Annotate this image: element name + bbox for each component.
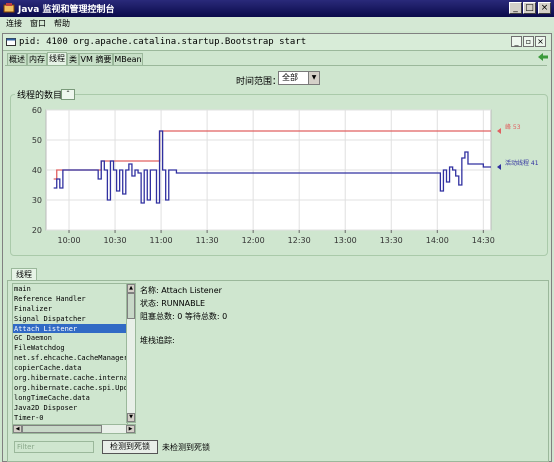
y-tick-label: 50 bbox=[32, 136, 42, 145]
tab-mbean[interactable]: MBean bbox=[113, 53, 143, 65]
thread-list-item[interactable]: Timer-0 bbox=[13, 413, 127, 423]
tab-threads[interactable]: 线程 bbox=[47, 52, 67, 65]
legend-marker-icon bbox=[497, 164, 501, 170]
inner-close-button[interactable]: × bbox=[535, 36, 546, 47]
menu-help[interactable]: 帮助 bbox=[54, 18, 70, 29]
x-tick-label: 11:00 bbox=[150, 236, 173, 245]
x-tick-label: 11:30 bbox=[196, 236, 219, 245]
maximize-button[interactable]: □ bbox=[523, 2, 536, 14]
scroll-down-icon[interactable]: ▼ bbox=[127, 413, 135, 422]
time-range-label: 时间范围： bbox=[236, 77, 282, 87]
x-tick-label: 10:00 bbox=[57, 236, 80, 245]
tab-divider bbox=[5, 65, 547, 66]
window-title: Java 监视和管理控制台 bbox=[18, 5, 115, 15]
scroll-up-icon[interactable]: ▲ bbox=[127, 284, 135, 293]
deadlock-status: 未检测到死锁 bbox=[162, 443, 210, 452]
stack-trace-label: 堆栈追踪: bbox=[140, 336, 175, 345]
legend-marker-icon bbox=[497, 128, 501, 134]
thread-list-item[interactable]: net.sf.ehcache.CacheManager@1b8 bbox=[13, 353, 127, 363]
threads-panel: main Reference Handler Finalizer Signal Dis… bbox=[7, 280, 549, 462]
scroll-thumb[interactable] bbox=[127, 293, 135, 319]
tab-classes[interactable]: 类 bbox=[67, 53, 79, 65]
x-tick-label: 10:30 bbox=[104, 236, 127, 245]
x-tick-label: 12:30 bbox=[288, 236, 311, 245]
thread-list[interactable]: main Reference Handler Finalizer Signal Dis… bbox=[12, 283, 128, 425]
legend-label: 峰 53 bbox=[505, 123, 521, 131]
y-tick-label: 20 bbox=[32, 226, 42, 235]
thread-list-item[interactable]: Reference Handler bbox=[13, 294, 127, 304]
inner-restore-button[interactable]: ▫ bbox=[523, 36, 534, 47]
x-tick-label: 14:00 bbox=[426, 236, 449, 245]
time-range-select[interactable]: 全部 ▼ bbox=[278, 71, 320, 85]
thread-list-item[interactable]: org.hibernate.cache.internal.S bbox=[13, 373, 127, 383]
x-tick-label: 13:30 bbox=[380, 236, 403, 245]
y-tick-label: 60 bbox=[32, 106, 42, 115]
thread-list-item[interactable]: longTimeCache.data bbox=[13, 393, 127, 403]
thread-list-item[interactable]: FileWatchdog bbox=[13, 343, 127, 353]
chart-title: 线程的数目 bbox=[15, 88, 65, 101]
thread-chart: 20 30 40 50 60 10:00 10:30 11:00 11:30 12:00 12:30… bbox=[32, 106, 539, 245]
thread-list-item[interactable]: Finalizer bbox=[13, 304, 127, 314]
x-tick-label: 13:00 bbox=[334, 236, 357, 245]
title-bar: Java 监视和管理控制台 _ □ × bbox=[0, 0, 554, 17]
inner-minimize-button[interactable]: _ bbox=[511, 36, 522, 47]
minimize-button[interactable]: _ bbox=[509, 2, 522, 14]
tab-memory[interactable]: 内存 bbox=[27, 53, 47, 65]
thread-list-item[interactable]: GC Daemon bbox=[13, 333, 127, 343]
connection-status-icon[interactable] bbox=[537, 52, 549, 62]
tab-overview[interactable]: 概述 bbox=[7, 53, 27, 65]
thread-list-item[interactable]: Attach Listener bbox=[13, 323, 127, 334]
y-tick-label: 40 bbox=[32, 166, 42, 175]
collapse-chart-button[interactable]: ⌃ bbox=[61, 89, 75, 100]
thread-counts: 阻塞总数: 0 等待总数: 0 bbox=[140, 312, 228, 321]
connection-title: pid: 4100 org.apache.catalina.startup.Bo… bbox=[19, 37, 307, 47]
menu-bar: 连接 窗口 帮助 bbox=[0, 17, 554, 31]
thread-chart-panel: 20 30 40 50 60 10:00 10:30 11:00 11:30 12:00 12:30… bbox=[10, 94, 548, 256]
thread-list-vscrollbar[interactable]: ▲ ▼ bbox=[126, 283, 136, 423]
y-tick-label: 30 bbox=[32, 196, 42, 205]
tab-vm-summary[interactable]: VM 摘要 bbox=[79, 53, 113, 65]
connection-frame: pid: 4100 org.apache.catalina.startup.Bo… bbox=[2, 33, 552, 462]
thread-list-item[interactable]: main bbox=[13, 284, 127, 294]
x-tick-label: 14:30 bbox=[472, 236, 495, 245]
scroll-left-icon[interactable]: ◀ bbox=[13, 425, 22, 433]
x-tick-label: 12:00 bbox=[242, 236, 265, 245]
thread-list-item[interactable]: copierCache.data bbox=[13, 363, 127, 373]
time-range-value: 全部 bbox=[282, 73, 298, 82]
connection-title-bar: pid: 4100 org.apache.catalina.startup.Bo… bbox=[3, 34, 551, 51]
java-app-icon bbox=[3, 3, 15, 13]
hscroll-thumb[interactable] bbox=[22, 425, 102, 433]
menu-connect[interactable]: 连接 bbox=[6, 18, 22, 29]
thread-list-item[interactable]: org.hibernate.cache.spi.UpdateT bbox=[13, 383, 127, 393]
thread-list-item[interactable]: Java2D Disposer bbox=[13, 403, 127, 413]
thread-list-item[interactable]: Signal Dispatcher bbox=[13, 314, 127, 324]
thread-list-hscrollbar[interactable]: ◀ ▶ bbox=[12, 424, 136, 434]
legend-label: 活动线程 41 bbox=[505, 159, 539, 167]
scroll-right-icon[interactable]: ▶ bbox=[126, 425, 135, 433]
filter-input[interactable]: Filter bbox=[14, 441, 94, 453]
thread-state: 状态: RUNNABLE bbox=[140, 299, 206, 308]
thread-name: 名称: Attach Listener bbox=[140, 286, 222, 295]
menu-window[interactable]: 窗口 bbox=[30, 18, 46, 29]
detect-deadlock-button[interactable]: 检测到死锁 bbox=[102, 440, 158, 454]
chevron-down-icon: ▼ bbox=[308, 72, 319, 84]
close-button[interactable]: × bbox=[538, 2, 551, 14]
thread-detail: 名称: Attach Listener 状态: RUNNABLE 阻塞总数: 0… bbox=[138, 283, 546, 433]
connection-icon bbox=[6, 38, 16, 46]
